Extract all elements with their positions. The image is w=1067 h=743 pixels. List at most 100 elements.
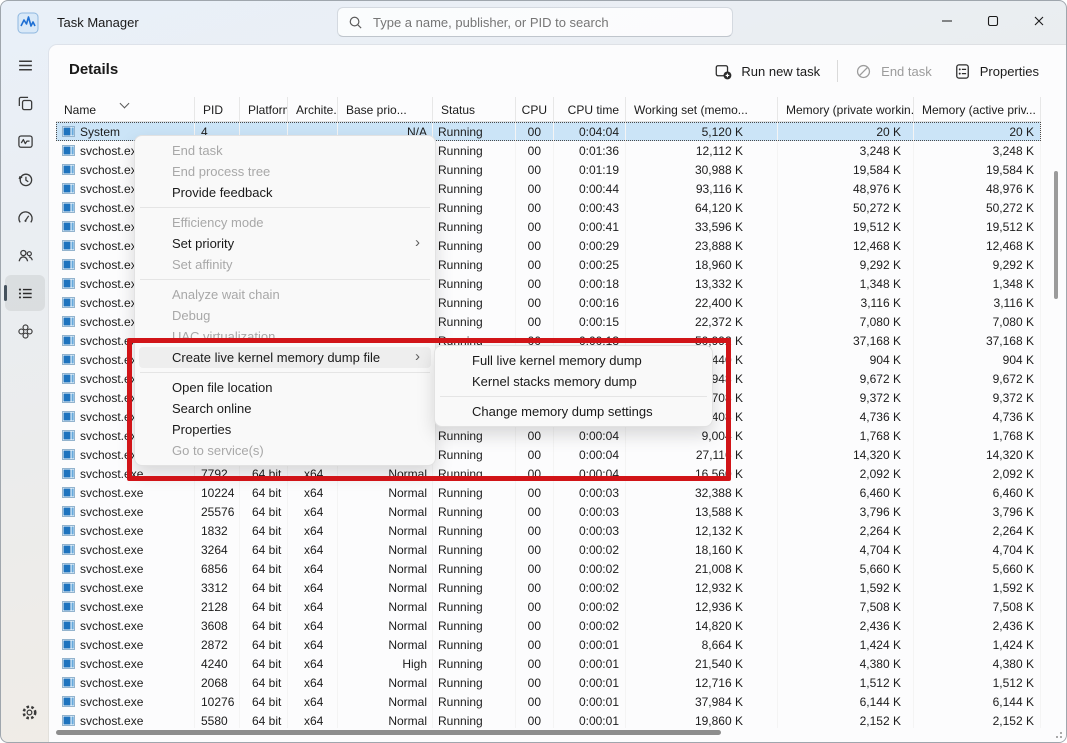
table-row[interactable]: svchost.exe287264 bitx64NormalRunning000…: [56, 635, 1041, 654]
menu-item-change-memory-dump-settings[interactable]: Change memory dump settings: [439, 401, 708, 422]
cell: x64: [288, 654, 338, 673]
table-row[interactable]: svchost.exe212864 bitx64NormalRunning000…: [56, 597, 1041, 616]
column-header-pid[interactable]: PID: [195, 97, 240, 121]
cell: 10224: [195, 483, 240, 502]
process-name: svchost.exe: [80, 581, 143, 595]
menu-item-label: Change memory dump settings: [472, 404, 653, 419]
task-manager-window: Task Manager Details: [0, 0, 1067, 743]
vertical-scrollbar-thumb[interactable]: [1054, 171, 1058, 299]
column-header-name[interactable]: Name: [56, 97, 195, 121]
table-row[interactable]: svchost.exe326464 bitx64NormalRunning000…: [56, 540, 1041, 559]
cell: 0:01:36: [554, 141, 626, 160]
sidebar-item-app-history[interactable]: [5, 161, 45, 197]
sidebar-item-performance[interactable]: [5, 123, 45, 159]
cell: 3,116 K: [778, 293, 914, 312]
menu-item-kernel-stacks-memory-dump[interactable]: Kernel stacks memory dump: [439, 371, 708, 392]
processes-icon: [17, 95, 34, 112]
cell: Running: [433, 255, 516, 274]
table-row[interactable]: svchost.exe360864 bitx64NormalRunning000…: [56, 616, 1041, 635]
cell: x64: [288, 673, 338, 692]
cell: Running: [433, 293, 516, 312]
menu-item-create-live-kernel-memory-dump-file[interactable]: Create live kernel memory dump file›: [139, 347, 431, 368]
process-icon: [62, 316, 75, 327]
maximize-button[interactable]: [970, 1, 1016, 41]
cell: 37,168 K: [914, 331, 1041, 350]
menu-item-label: Go to service(s): [172, 443, 264, 458]
menu-item-open-file-location[interactable]: Open file location: [139, 377, 431, 398]
process-icon: [62, 544, 75, 555]
menu-item-full-live-kernel-memory-dump[interactable]: Full live kernel memory dump: [439, 350, 708, 371]
table-row[interactable]: svchost.exe2557664 bitx64NormalRunning00…: [56, 502, 1041, 521]
table-row[interactable]: svchost.exe331264 bitx64NormalRunning000…: [56, 578, 1041, 597]
cell: 2,264 K: [778, 521, 914, 540]
process-name: svchost.exe: [80, 486, 143, 500]
process-name: System: [80, 125, 120, 139]
sidebar-item-startup-apps[interactable]: [5, 199, 45, 235]
table-row[interactable]: svchost.exe183264 bitx64NormalRunning000…: [56, 521, 1041, 540]
process-name: svchost.exe: [80, 505, 143, 519]
column-header-cpu-time[interactable]: CPU time: [554, 97, 626, 121]
menu-item-label: Properties: [172, 422, 231, 437]
column-header-memory-active-priv[interactable]: Memory (active priv...: [914, 97, 1041, 121]
cell: 37,168 K: [778, 331, 914, 350]
cell: 16,560 K: [626, 464, 778, 483]
sidebar-item-details[interactable]: [5, 275, 45, 311]
column-header-base-prio[interactable]: Base prio...: [338, 97, 433, 121]
sidebar-item-services[interactable]: [5, 313, 45, 349]
cell: 1,768 K: [778, 426, 914, 445]
menu-item-search-online[interactable]: Search online: [139, 398, 431, 419]
column-header-archite[interactable]: Archite...: [288, 97, 338, 121]
cell: 0:00:02: [554, 540, 626, 559]
cell: 0:00:01: [554, 692, 626, 711]
process-name-cell: svchost.exe: [56, 578, 195, 597]
menu-item-properties[interactable]: Properties: [139, 419, 431, 440]
titlebar: Task Manager: [1, 1, 1066, 45]
cell: 00: [516, 578, 554, 597]
close-button[interactable]: [1016, 1, 1062, 41]
search-box[interactable]: [337, 7, 733, 37]
table-row[interactable]: svchost.exe685664 bitx64NormalRunning000…: [56, 559, 1041, 578]
menu-item-set-priority[interactable]: Set priority›: [139, 233, 431, 254]
column-header-cpu[interactable]: CPU: [516, 97, 554, 121]
cell: 30,988 K: [626, 160, 778, 179]
horizontal-scrollbar-thumb[interactable]: [56, 730, 721, 735]
table-row[interactable]: svchost.exe1022464 bitx64NormalRunning00…: [56, 483, 1041, 502]
cell: 2872: [195, 635, 240, 654]
cell: 19,860 K: [626, 711, 778, 728]
cell: Running: [433, 540, 516, 559]
cell: Normal: [338, 521, 433, 540]
cell: 7,080 K: [914, 312, 1041, 331]
table-row[interactable]: svchost.exe558064 bitx64NormalRunning000…: [56, 711, 1041, 728]
cell: 9,672 K: [914, 369, 1041, 388]
cell: 00: [516, 654, 554, 673]
process-icon: [62, 392, 75, 403]
column-header-working-set-memo[interactable]: Working set (memo...: [626, 97, 778, 121]
table-row[interactable]: svchost.exe1027664 bitx64NormalRunning00…: [56, 692, 1041, 711]
table-row[interactable]: svchost.exe206864 bitx64NormalRunning000…: [56, 673, 1041, 692]
search-input[interactable]: [371, 14, 722, 31]
table-row[interactable]: svchost.exe779264 bitx64NormalRunning000…: [56, 464, 1041, 483]
column-header-memory-private-workin[interactable]: Memory (private workin...: [778, 97, 914, 121]
properties-button[interactable]: Properties: [943, 58, 1050, 85]
hamburger-icon: [17, 57, 34, 74]
process-icon: [62, 715, 75, 726]
minimize-button[interactable]: [924, 1, 970, 41]
process-name: svchost.exe: [80, 543, 143, 557]
menu-item-provide-feedback[interactable]: Provide feedback: [139, 182, 431, 203]
cell: 7792: [195, 464, 240, 483]
cell: 00: [516, 711, 554, 728]
sidebar-item-users[interactable]: [5, 237, 45, 273]
navigation-menu-button[interactable]: [5, 47, 45, 83]
menu-separator: [140, 207, 430, 208]
cell: 1,424 K: [778, 635, 914, 654]
table-row[interactable]: svchost.exe424064 bitx64HighRunning000:0…: [56, 654, 1041, 673]
details-icon: [17, 285, 34, 302]
cell: 4,736 K: [914, 407, 1041, 426]
settings-button[interactable]: [9, 694, 49, 730]
column-header-platform[interactable]: Platform: [240, 97, 288, 121]
column-header-status[interactable]: Status: [433, 97, 516, 121]
cell: 9,004 K: [626, 426, 778, 445]
sidebar-item-processes[interactable]: [5, 85, 45, 121]
resize-grip[interactable]: [1054, 730, 1062, 738]
run-new-task-button[interactable]: Run new task: [704, 58, 831, 85]
